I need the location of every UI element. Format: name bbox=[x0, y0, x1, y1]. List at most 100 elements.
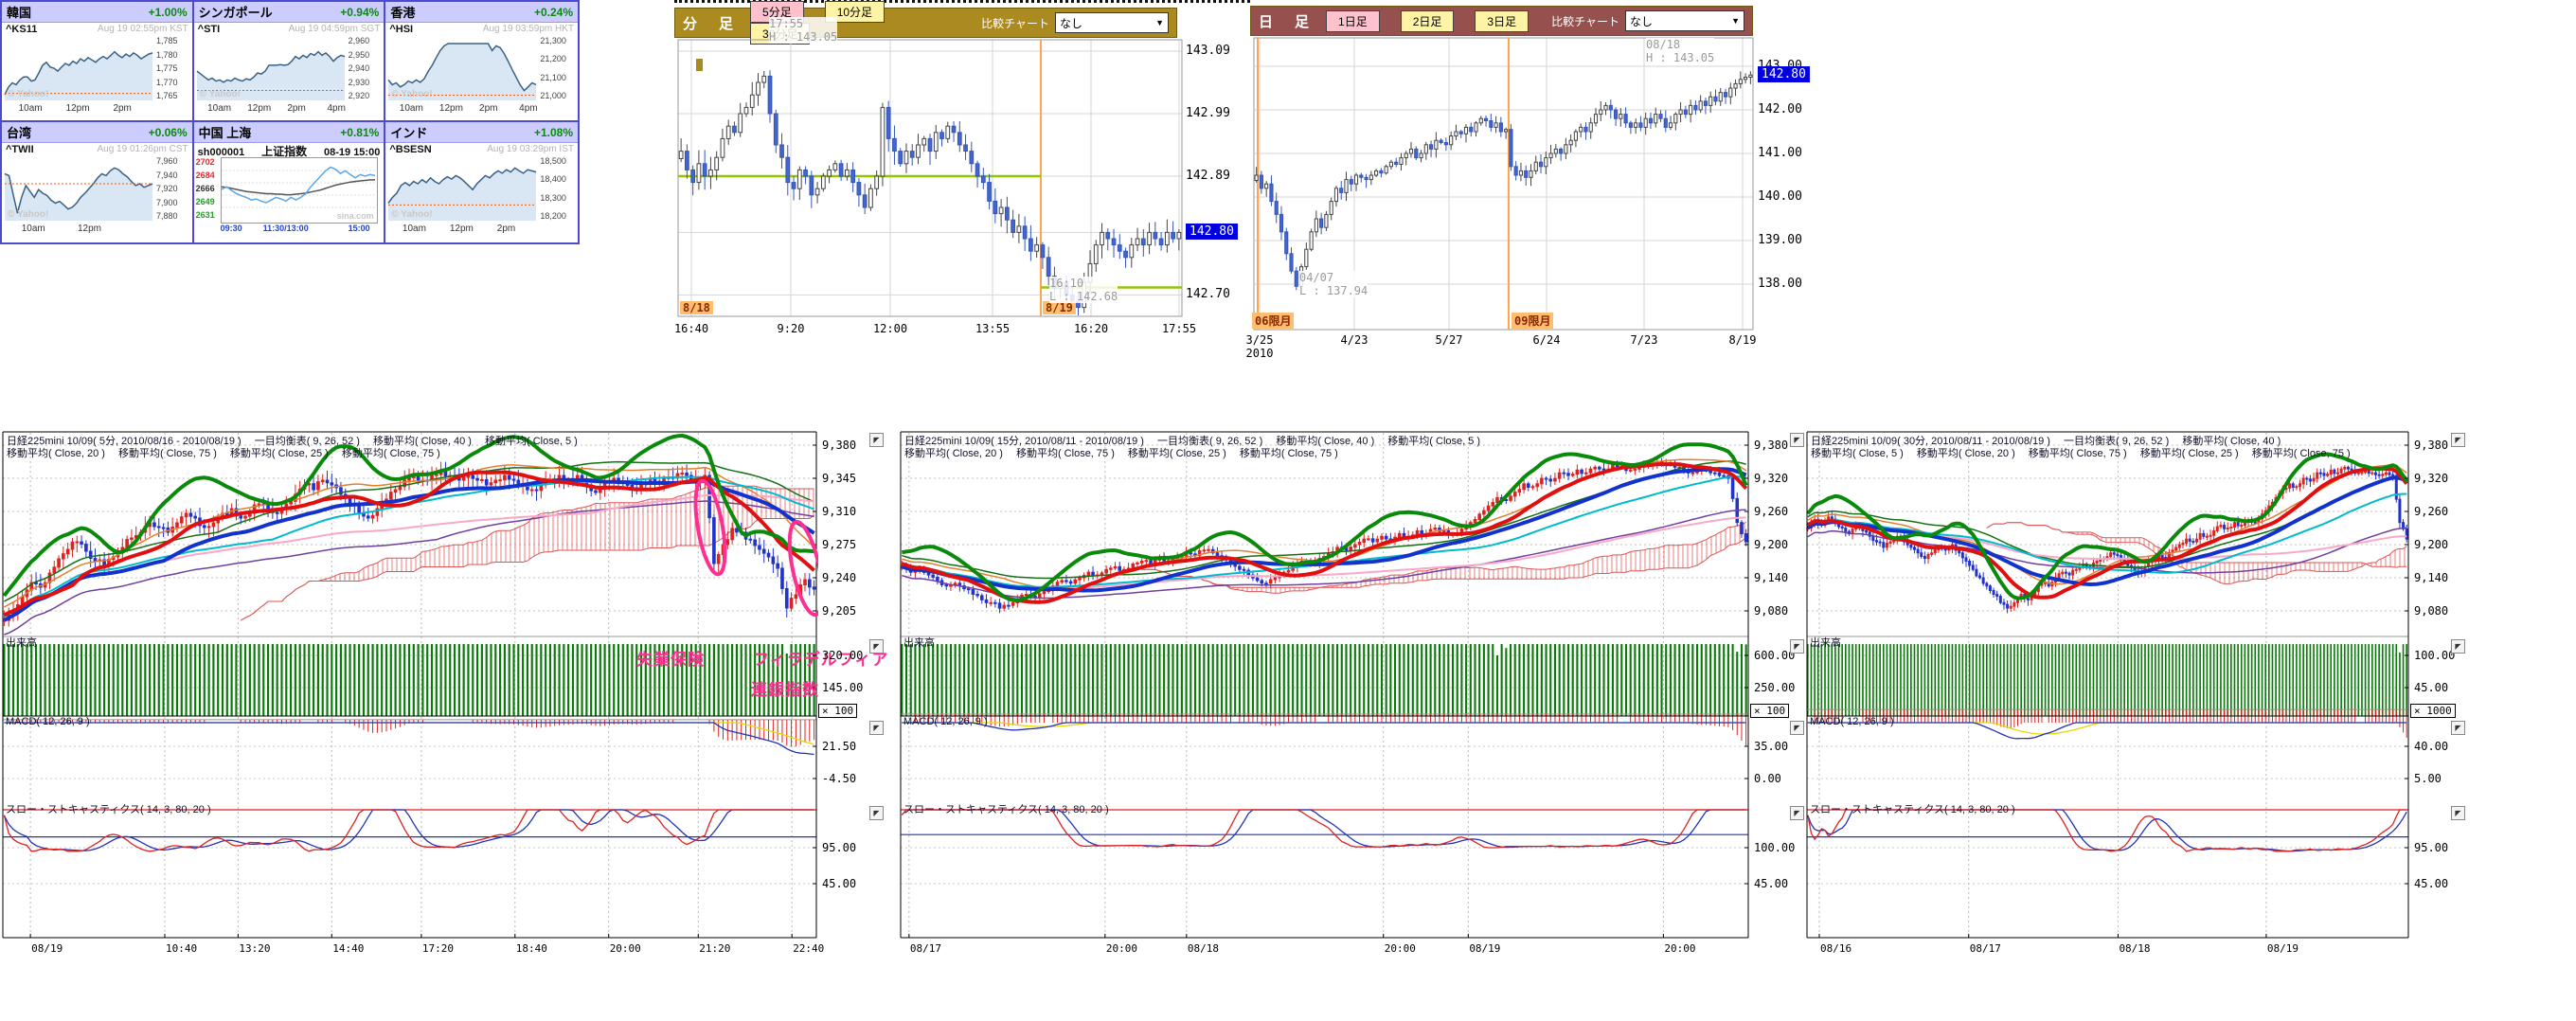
index-cell-body: ^HSIAug 19 03:59pm HKT© Yahoo!21,30021,2… bbox=[385, 23, 578, 121]
x-tick-label: 09:30 bbox=[221, 224, 242, 233]
contract-month-tag: 09限月 bbox=[1512, 313, 1553, 329]
x-axis-label: 20:00 bbox=[610, 942, 641, 955]
x-axis-label: 20:00 bbox=[1385, 942, 1416, 955]
volume-multiplier: × 1000 bbox=[2410, 704, 2456, 718]
price-tick-label: 9,205 bbox=[822, 604, 856, 618]
index-cell-body: ^BSESN Aug 19 03:29pm IST© Yahoo!18,50018… bbox=[385, 143, 578, 242]
y-tick-label: 2,920 bbox=[349, 91, 383, 100]
y-tick-label: 1,775 bbox=[156, 63, 190, 73]
price-tick-label: 9,240 bbox=[822, 571, 856, 584]
index-subheader: ^STIAug 19 04:59pm SGT bbox=[194, 23, 385, 35]
chart-title-line2: 移動平均( Close, 5 ) 移動平均( Close, 20 ) 移動平均(… bbox=[1811, 445, 2404, 460]
pane-expand-icon[interactable]: ◤ bbox=[869, 433, 884, 447]
pane-expand-icon[interactable]: ◤ bbox=[1790, 639, 1804, 654]
pane-expand-icon[interactable]: ◤ bbox=[869, 806, 884, 820]
pane-expand-icon[interactable]: ◤ bbox=[1790, 806, 1804, 820]
x-tick-label: 15:00 bbox=[349, 224, 370, 233]
x-axis-label: 16:20 bbox=[1074, 322, 1108, 335]
index-cell-body: ^KS11Aug 19 02:55pm KST© Yahoo!1,7851,78… bbox=[2, 23, 192, 121]
y-tick-label: 1,770 bbox=[156, 78, 190, 87]
price-tick-label: 9,080 bbox=[1754, 604, 1788, 618]
x-tick-label: 4pm bbox=[327, 103, 345, 114]
index-mini-chart: © Yahoo!18,50018,40018,30018,200 bbox=[385, 155, 578, 224]
pane-expand-icon[interactable]: ◤ bbox=[1790, 721, 1804, 735]
x-axis-label: 16:40 bbox=[674, 322, 708, 335]
stoch-tick-label: 45.00 bbox=[822, 877, 856, 890]
price-tick-label: 9,320 bbox=[1754, 472, 1788, 485]
yahoo-watermark: © Yahoo! bbox=[8, 89, 48, 99]
x-tick-label: 2pm bbox=[479, 103, 497, 114]
x-axis-label: 4/23 bbox=[1341, 333, 1368, 347]
y-tick-label: 18,400 bbox=[540, 174, 574, 184]
pane-expand-icon[interactable]: ◤ bbox=[869, 721, 884, 735]
x-axis-label: 9:20 bbox=[778, 322, 805, 335]
y-tick-label: 2,930 bbox=[349, 78, 383, 87]
index-subheader: ^TWIIAug 19 01:26pm CST bbox=[2, 143, 192, 155]
macd-tick-label: 0.00 bbox=[1754, 772, 1781, 785]
index-name: シンガポール bbox=[199, 3, 273, 21]
index-name: 台湾 bbox=[7, 123, 31, 141]
y-tick-label: 2702 bbox=[196, 157, 215, 167]
price-tick-label: 9,140 bbox=[1754, 571, 1788, 584]
stoch-tick-label: 95.00 bbox=[2414, 841, 2448, 854]
x-tick-label: 2pm bbox=[113, 103, 131, 114]
index-cell-body: ^STIAug 19 04:59pm SGT© Yahoo!2,9602,950… bbox=[194, 23, 385, 121]
index-change: +0.94% bbox=[340, 6, 379, 19]
index-name: インド bbox=[390, 123, 427, 141]
x-tick-label: 10am bbox=[402, 224, 426, 234]
index-symbol: ^BSESN bbox=[389, 144, 431, 155]
pane-expand-icon[interactable]: ◤ bbox=[1790, 433, 1804, 447]
sina-watermark: sina.com bbox=[337, 211, 374, 221]
yahoo-watermark: © Yahoo! bbox=[391, 89, 432, 99]
index-timestamp: Aug 19 02:55pm KST bbox=[98, 24, 188, 35]
y-tick-label: 7,900 bbox=[156, 198, 190, 207]
y-tick-label: 21,000 bbox=[540, 91, 574, 100]
x-axis-row: 10am12pm2pm bbox=[385, 224, 578, 236]
price-tick-label: 9,320 bbox=[2414, 472, 2448, 485]
volume-tick-label: 100.00 bbox=[2414, 649, 2455, 662]
price-extreme-note: 08/18 H : 143.05 bbox=[1646, 38, 1714, 64]
y-axis-label: 138.00 bbox=[1758, 277, 1802, 291]
y-axis-label: 143.09 bbox=[1186, 44, 1230, 58]
y-tick-label: 2,940 bbox=[349, 63, 383, 73]
stoch-pane-label: スロー・ストキャスティクス( 14, 3, 80, 20 ) bbox=[6, 801, 211, 816]
x-axis-label: 17:20 bbox=[422, 942, 454, 955]
x-tick-label: 12pm bbox=[66, 103, 90, 114]
index-cell-india: インド+1.08%^BSESNAug 19 03:29pm IST© Yahoo… bbox=[385, 122, 578, 242]
pane-expand-icon[interactable]: ◤ bbox=[2451, 433, 2465, 447]
pane-expand-icon[interactable]: ◤ bbox=[869, 639, 884, 654]
index-cell-header: シンガポール +0.94% bbox=[194, 2, 385, 23]
y-tick-label: 2,960 bbox=[349, 36, 383, 45]
index-subheader: ^KS11Aug 19 02:55pm KST bbox=[2, 23, 192, 35]
pane-expand-icon[interactable]: ◤ bbox=[2451, 639, 2465, 654]
index-change: +1.00% bbox=[149, 6, 188, 19]
index-timestamp: Aug 19 03:29pm IST bbox=[487, 144, 574, 155]
price-tick-label: 9,260 bbox=[2414, 505, 2448, 518]
x-axis-label: 08/17 bbox=[910, 942, 941, 955]
pane-expand-icon[interactable]: ◤ bbox=[2451, 721, 2465, 735]
index-timestamp: Aug 19 01:26pm CST bbox=[97, 144, 188, 155]
x-axis-row: 10am12pm2pm4pm bbox=[194, 103, 385, 116]
x-tick-label: 10am bbox=[19, 103, 43, 114]
x-axis-label: 21:20 bbox=[699, 942, 730, 955]
chart-title-line2: 移動平均( Close, 20 ) 移動平均( Close, 75 ) 移動平均… bbox=[904, 445, 1744, 460]
price-tick-label: 9,200 bbox=[2414, 538, 2448, 551]
y-tick-label: 7,960 bbox=[156, 156, 190, 166]
volume-multiplier: × 100 bbox=[1750, 704, 1789, 718]
x-axis-row: 10am12pm bbox=[2, 224, 192, 236]
x-axis-label: 13:55 bbox=[975, 322, 1010, 335]
macd-tick-label: 5.00 bbox=[2414, 772, 2442, 785]
x-axis-label: 3/252010 bbox=[1246, 333, 1274, 360]
x-tick-label: 10am bbox=[207, 103, 231, 114]
pane-expand-icon[interactable]: ◤ bbox=[2451, 806, 2465, 820]
y-tick-label: 2649 bbox=[196, 197, 215, 206]
index-cell-korea: 韓国+1.00%^KS11Aug 19 02:55pm KST© Yahoo!1… bbox=[2, 2, 194, 122]
y-tick-label: 2666 bbox=[196, 184, 215, 193]
index-cell-hongkong: 香港+0.24%^HSIAug 19 03:59pm HKT© Yahoo!21… bbox=[385, 2, 578, 122]
contract-month-tag: 06限月 bbox=[1252, 313, 1294, 329]
minute-chart-panel: 分 足 5分足10分足30分足 比較チャート なし▼ 143.09142.991… bbox=[674, 4, 1233, 345]
y-axis-label: 142.89 bbox=[1186, 169, 1230, 183]
volume-tick-label: 250.00 bbox=[1754, 681, 1795, 694]
y-tick-label: 7,920 bbox=[156, 184, 190, 193]
x-axis-row: 09:3011:30/13:0015:00 bbox=[221, 224, 376, 236]
